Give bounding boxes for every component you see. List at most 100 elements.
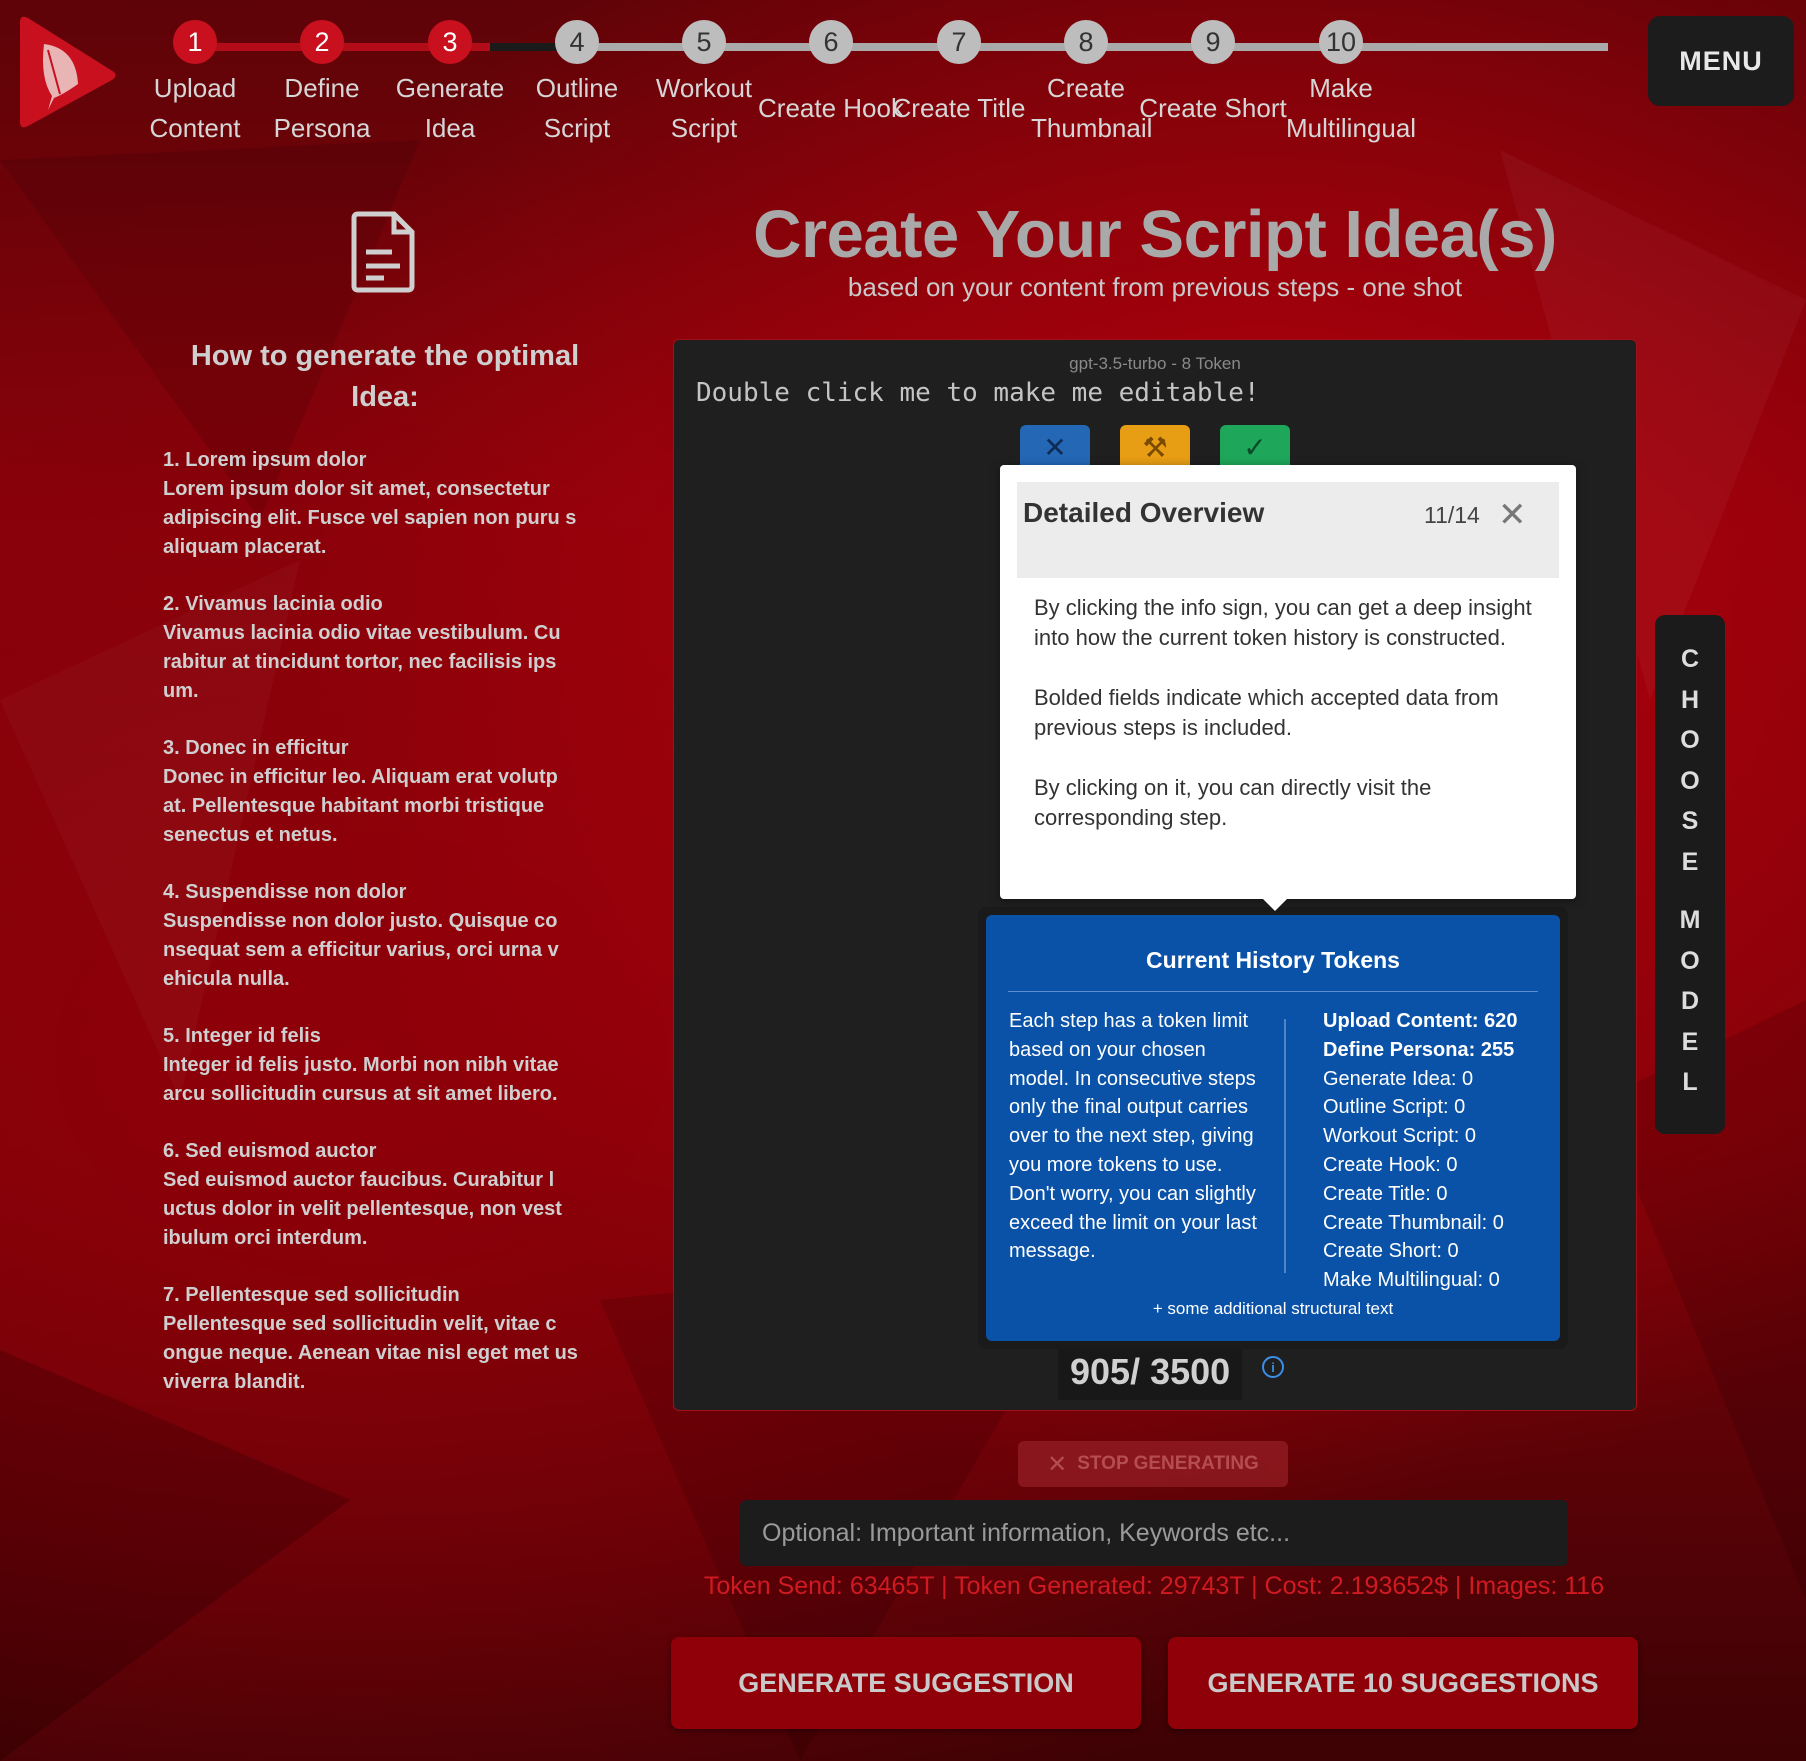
history-tokens-description: Each step has a token limit based on you… (1009, 1010, 1257, 1263)
how-to-item-text: Lorem ipsum dolor sit amet, consectetur … (163, 478, 577, 558)
step-progress: 1 Upload Content 2 Define Persona 3 Generate … (149, 20, 1620, 160)
how-to-item: 6. Sed euismod auctor Sed euismod auctor … (163, 1137, 583, 1253)
history-token-entry[interactable]: Outline Script: 0 (1323, 1093, 1553, 1122)
step-number: 3 (428, 20, 472, 64)
choose-model-letter (1655, 882, 1725, 900)
history-token-entry[interactable]: Create Thumbnail: 0 (1323, 1209, 1553, 1238)
popover-paragraph: Bolded fields indicate which accepted da… (1034, 685, 1499, 740)
history-token-entry[interactable]: Create Short: 0 (1323, 1237, 1553, 1266)
how-to-title: How to generate the optimal Idea: (190, 340, 580, 413)
history-token-entry[interactable]: Define Persona: 255 (1323, 1036, 1553, 1065)
how-to-item: 2. Vivamus lacinia odio Vivamus lacinia o… (163, 590, 583, 706)
how-to-item-title: 4. Suspendisse non dolor (163, 881, 407, 903)
tour-popover: Detailed Overview 11/14 ✕ By clicking th… (1000, 465, 1576, 911)
how-to-item: 3. Donec in efficitur Donec in efficitur … (163, 734, 583, 850)
step-number: 2 (300, 20, 344, 64)
close-icon[interactable]: ✕ (1498, 495, 1527, 535)
choose-model-letter: S (1681, 807, 1699, 835)
close-icon: ✕ (1043, 431, 1067, 463)
generate-10-suggestions-button[interactable]: GENERATE 10 SUGGESTIONS (1168, 1637, 1638, 1729)
choose-model-letter: C (1680, 645, 1700, 673)
how-to-item: 5. Integer id felis Integer id felis just… (163, 1022, 583, 1109)
history-tokens-footer: + some additional structural text (1152, 1299, 1394, 1318)
step-number: 4 (555, 20, 599, 64)
app-logo[interactable] (14, 14, 118, 130)
choose-model-button[interactable]: CHOOSEMODEL (1655, 615, 1725, 1134)
step-label: Define Persona (273, 73, 371, 143)
vertical-divider (1284, 1019, 1286, 1273)
step-label: Upload Content (149, 73, 241, 143)
choose-model-letter: L (1682, 1068, 1698, 1096)
history-token-entry[interactable]: Make Multilingual: 0 (1323, 1266, 1553, 1295)
popover-paragraph: By clicking the info sign, you can get a… (1034, 595, 1532, 650)
step-number: 9 (1191, 20, 1235, 64)
how-to-item-text: Sed euismod auctor faucibus. Curabitur l… (163, 1169, 562, 1249)
history-tokens-list: Upload Content: 620 Define Persona: 255 Ge… (1323, 1007, 1553, 1295)
how-to-item-title: 3. Donec in efficitur (163, 737, 349, 759)
step-number: 7 (937, 20, 981, 64)
choose-model-letter: H (1680, 685, 1700, 714)
generate-suggestion-button[interactable]: GENERATE SUGGESTION (671, 1637, 1141, 1729)
page-subtitle: based on your content from previous step… (847, 272, 1463, 302)
editable-output[interactable]: Double click me to make me editable! (696, 378, 1260, 408)
token-counter: 905/ 3500 (1058, 1344, 1243, 1400)
optional-info-input[interactable] (740, 1500, 1568, 1566)
history-token-entry[interactable]: Create Title: 0 (1323, 1180, 1553, 1209)
choose-model-letter: O (1680, 766, 1700, 795)
how-to-item-text: Donec in efficitur leo. Aliquam erat vol… (163, 766, 558, 846)
document-icon (351, 211, 415, 293)
magic-button[interactable]: ⚒ (1120, 425, 1190, 469)
history-tokens-panel: Current History Tokens Each step has a t… (986, 915, 1560, 1341)
step-label: Create Thumbnail (1031, 73, 1153, 143)
popover-step-count: 11/14 (1424, 502, 1480, 528)
step-label: Outline Script (535, 73, 619, 143)
popover-title: Detailed Overview (1023, 497, 1265, 528)
magic-wand-icon: ⚒ (1142, 431, 1168, 463)
choose-model-letter: O (1680, 726, 1700, 754)
how-to-item-title: 1. Lorem ipsum dolor (163, 449, 367, 471)
history-token-entry[interactable]: Generate Idea: 0 (1323, 1065, 1553, 1094)
how-to-item-title: 5. Integer id felis (163, 1025, 321, 1047)
menu-button[interactable]: MENU (1648, 16, 1794, 106)
history-tokens-title: Current History Tokens (1146, 947, 1400, 973)
how-to-item-text: Pellentesque sed sollicitudin velit, vit… (163, 1313, 578, 1393)
how-to-item: 4. Suspendisse non dolor Suspendisse non … (163, 878, 583, 994)
info-icon[interactable]: i (1262, 1356, 1284, 1378)
step-label: Generate Idea (395, 73, 505, 143)
history-token-entry[interactable]: Create Hook: 0 (1323, 1151, 1553, 1180)
page-title: Create Your Script Idea(s) (753, 197, 1557, 272)
divider (1008, 991, 1538, 992)
how-to-list: 1. Lorem ipsum dolor Lorem ipsum dolor si… (163, 446, 583, 1425)
stop-generating-button[interactable]: ✕ STOP GENERATING (1018, 1441, 1288, 1487)
model-info: gpt-3.5-turbo - 8 Token (1069, 354, 1241, 373)
how-to-item-text: Integer id felis justo. Morbi non nibh v… (163, 1054, 559, 1105)
how-to-item-text: Vivamus lacinia odio vitae vestibulum. C… (163, 622, 561, 702)
discard-button[interactable]: ✕ (1020, 425, 1090, 469)
close-icon: ✕ (1047, 1450, 1068, 1478)
step-number: 6 (809, 20, 853, 64)
how-to-item-text: Suspendisse non dolor justo. Quisque co … (163, 910, 559, 990)
accept-button[interactable]: ✓ (1220, 425, 1290, 469)
history-token-entry[interactable]: Upload Content: 620 (1323, 1007, 1553, 1036)
how-to-item-title: 7. Pellentesque sed sollicitudin (163, 1284, 460, 1306)
how-to-item: 7. Pellentesque sed sollicitudin Pellente… (163, 1281, 583, 1397)
check-icon: ✓ (1243, 431, 1267, 463)
how-to-item-title: 6. Sed euismod auctor (163, 1140, 377, 1162)
step-label: Workout Script (655, 73, 753, 143)
history-token-entry[interactable]: Workout Script: 0 (1323, 1122, 1553, 1151)
choose-model-letter: E (1681, 847, 1699, 876)
choose-model-letter: O (1680, 946, 1700, 975)
popover-arrow (1262, 898, 1288, 911)
choose-model-letter: M (1679, 906, 1701, 934)
step-10[interactable]: 10 Make Multilingual (1266, 20, 1416, 148)
popover-body: By clicking the info sign, you can get a… (1034, 593, 1554, 863)
how-to-item-title: 2. Vivamus lacinia odio (163, 593, 383, 615)
step-number: 8 (1064, 20, 1108, 64)
stop-generating-label: STOP GENERATING (1077, 1453, 1259, 1474)
how-to-item: 1. Lorem ipsum dolor Lorem ipsum dolor si… (163, 446, 583, 562)
step-number: 1 (173, 20, 217, 64)
choose-model-letter: E (1681, 1027, 1699, 1056)
choose-model-letter: D (1680, 987, 1700, 1015)
usage-stats: Token Send: 63465T | Token Generated: 29… (703, 1572, 1605, 1600)
history-tokens-frame: Current History Tokens Each step has a t… (978, 907, 1568, 1349)
